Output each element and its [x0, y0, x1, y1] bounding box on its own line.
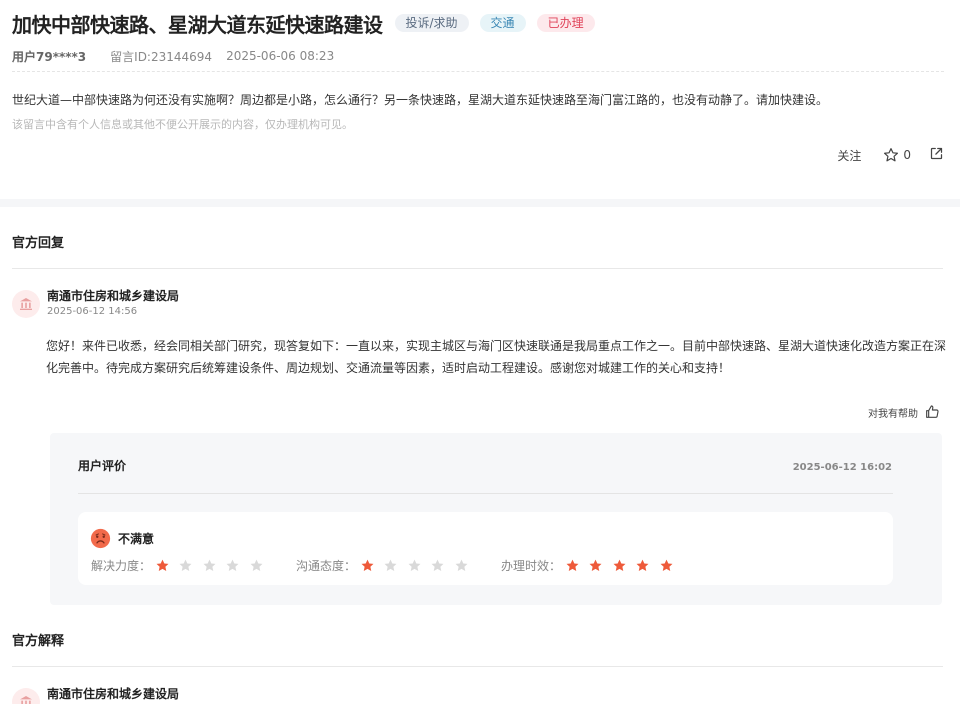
star-empty-icon	[454, 558, 477, 574]
org-name: 南通市住房和城乡建设局	[47, 687, 180, 701]
user-evaluation-card: 用户评价 2025-06-12 16:02 不满意 解决力度： 沟通态度： 办理…	[50, 433, 942, 605]
star-empty-icon	[430, 558, 453, 574]
star-filled-icon	[635, 558, 658, 574]
status-badge: 已办理	[536, 14, 595, 32]
avatar	[12, 290, 40, 318]
org-name: 南通市住房和城乡建设局	[47, 289, 180, 303]
evaluation-mood: 不满意	[90, 528, 154, 549]
share-button[interactable]	[929, 146, 944, 164]
title-row: 加快中部快速路、星湖大道东延快速路建设 投诉/求助 交通 已办理	[12, 8, 948, 38]
helpful-button[interactable]: 对我有帮助	[868, 404, 940, 420]
evaluation-divider	[78, 493, 893, 494]
rating-label: 解决力度：	[91, 559, 152, 573]
explanation-org: 南通市住房和城乡建设局	[12, 686, 179, 704]
rating-solution: 解决力度：	[91, 557, 272, 574]
thumbs-up-icon	[926, 405, 939, 418]
star-filled-icon	[155, 558, 178, 574]
official-reply-divider	[12, 268, 943, 269]
government-building-icon	[20, 696, 32, 704]
evaluation-time: 2025-06-12 16:02	[792, 462, 892, 473]
favorite-count: 0	[903, 148, 911, 162]
star-filled-icon	[360, 558, 383, 574]
avatar	[12, 688, 40, 704]
privacy-note: 该留言中含有个人信息或其他不便公开展示的内容，仅办理机构可见。	[12, 118, 353, 131]
post-datetime: 2025-06-06 08:23	[226, 49, 335, 63]
evaluation-title: 用户评价	[78, 459, 127, 473]
page-title: 加快中部快速路、星湖大道东延快速路建设	[12, 12, 383, 37]
section-band	[0, 199, 960, 207]
star-filled-icon	[565, 558, 588, 574]
rating-label: 沟通态度：	[295, 559, 356, 573]
helpful-label: 对我有帮助	[868, 408, 918, 420]
post-user: 用户79****3	[12, 49, 87, 64]
star-rating	[155, 558, 272, 574]
star-empty-icon	[225, 558, 248, 574]
official-explanation-divider	[12, 666, 943, 667]
star-filled-icon	[588, 558, 611, 574]
star-empty-icon	[407, 558, 430, 574]
post-meta: 用户79****3 留言ID:23144694 2025-06-06 08:23	[12, 48, 948, 64]
rating-attitude: 沟通态度：	[296, 557, 477, 574]
government-building-icon	[20, 298, 32, 310]
post-content: 世纪大道—中部快速路为何还没有实施啊？周边都是小路，怎么通行？另一条快速路，星湖…	[12, 93, 829, 107]
favorite-button[interactable]: 0	[883, 147, 911, 163]
mood-label: 不满意	[118, 532, 155, 546]
star-empty-icon	[249, 558, 272, 574]
star-empty-icon	[383, 558, 406, 574]
share-icon	[930, 147, 943, 160]
rating-list: 解决力度： 沟通态度： 办理时效：	[91, 557, 682, 574]
official-explanation-title: 官方解释	[12, 634, 65, 649]
evaluation-detail: 不满意 解决力度： 沟通态度： 办理时效：	[78, 512, 893, 585]
rating-timeliness: 办理时效：	[501, 557, 682, 574]
post-header: 加快中部快速路、星湖大道东延快速路建设 投诉/求助 交通 已办理 用户79***…	[0, 0, 960, 132]
star-filled-icon	[612, 558, 635, 574]
star-outline-icon	[884, 148, 899, 162]
message-id: 留言ID:23144694	[110, 49, 213, 64]
star-empty-icon	[202, 558, 225, 574]
reply-org: 南通市住房和城乡建设局 2025-06-12 14:56	[12, 288, 179, 318]
rating-label: 办理时效：	[500, 559, 561, 573]
tag-category[interactable]: 交通	[479, 14, 526, 32]
official-reply-title: 官方回复	[12, 236, 65, 251]
follow-button[interactable]: 关注	[837, 147, 861, 164]
reply-time: 2025-06-12 14:56	[47, 306, 138, 317]
star-empty-icon	[178, 558, 201, 574]
star-rating	[360, 558, 477, 574]
reply-content: 您好！来件已收悉，经会同相关部门研究，现答复如下：一直以来，实现主城区与海门区快…	[46, 339, 947, 375]
header-divider	[12, 71, 944, 72]
star-filled-icon	[659, 558, 682, 574]
star-rating	[565, 558, 682, 574]
unhappy-face-icon	[90, 528, 111, 549]
tag-type[interactable]: 投诉/求助	[394, 14, 469, 32]
post-actions: 关注 0	[837, 146, 944, 164]
